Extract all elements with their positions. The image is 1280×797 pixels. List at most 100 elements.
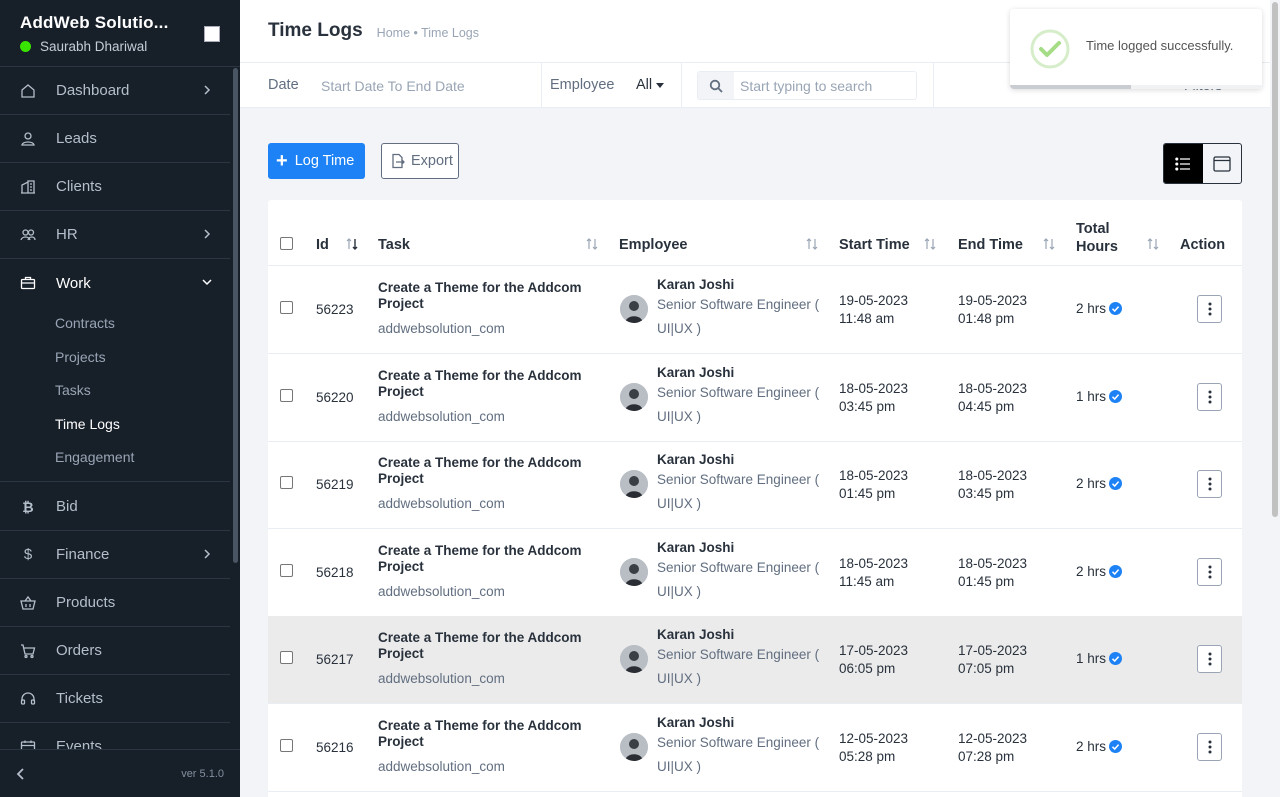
- work-submenu: Contracts Projects Tasks Time Logs Engag…: [0, 306, 230, 482]
- success-check-icon: [1030, 29, 1070, 69]
- table-row[interactable]: 56218 Create a Theme for the Addcom Proje…: [268, 529, 1242, 617]
- start-clock: 05:28 pm: [839, 749, 896, 764]
- sidebar-item-products[interactable]: Products: [0, 579, 230, 627]
- sort-icon[interactable]: [923, 237, 937, 251]
- search-input[interactable]: [734, 77, 914, 94]
- employee-select[interactable]: All: [636, 77, 665, 93]
- sidebar-item-label: Orders: [56, 642, 102, 659]
- page-scrollbar-thumb[interactable]: [1272, 2, 1278, 517]
- success-toast[interactable]: Time logged successfully.: [1010, 9, 1262, 89]
- column-header-task[interactable]: Task: [378, 237, 410, 253]
- row-actions-button[interactable]: [1197, 733, 1222, 761]
- divider: [681, 63, 682, 108]
- avatar[interactable]: [620, 295, 648, 323]
- task-link[interactable]: Create a Theme for the Addcom Project: [378, 543, 583, 575]
- calendar-view-button[interactable]: [1203, 144, 1242, 183]
- select-all-checkbox[interactable]: [280, 237, 293, 250]
- export-button[interactable]: Export: [381, 143, 459, 179]
- log-time-button[interactable]: + Log Time: [268, 143, 365, 179]
- sidebar-item-hr[interactable]: HR: [0, 211, 230, 259]
- avatar[interactable]: [620, 645, 648, 673]
- table-row[interactable]: 56223 Create a Theme for the Addcom Proje…: [268, 266, 1242, 354]
- column-header-total-hours[interactable]: Total Hours: [1076, 220, 1118, 256]
- task-link[interactable]: Create a Theme for the Addcom Project: [378, 368, 583, 400]
- start-date: 12-05-2023: [839, 731, 909, 746]
- date-range-input[interactable]: Start Date To End Date: [321, 78, 465, 94]
- sidebar-item-clients[interactable]: Clients: [0, 163, 230, 211]
- project-name[interactable]: addwebsolution_com: [378, 321, 505, 336]
- sidebar-item-orders[interactable]: Orders: [0, 627, 230, 675]
- project-name[interactable]: addwebsolution_com: [378, 409, 505, 424]
- sort-icon[interactable]: [1042, 237, 1056, 251]
- sort-icon[interactable]: [585, 237, 599, 251]
- table-row[interactable]: 56216 Create a Theme for the Addcom Proje…: [268, 704, 1242, 792]
- sort-icon[interactable]: [1146, 237, 1160, 251]
- project-name[interactable]: addwebsolution_com: [378, 671, 505, 686]
- project-name[interactable]: addwebsolution_com: [378, 496, 505, 511]
- sidebar-subitem-contracts[interactable]: Contracts: [55, 315, 115, 331]
- task-link[interactable]: Create a Theme for the Addcom Project: [378, 455, 583, 487]
- row-actions-button[interactable]: [1197, 558, 1222, 586]
- sidebar-item-work[interactable]: Work: [0, 259, 230, 307]
- column-header-employee[interactable]: Employee: [619, 237, 688, 253]
- start-date: 18-05-2023: [839, 381, 909, 396]
- list-icon: [1175, 156, 1191, 171]
- avatar[interactable]: [620, 383, 648, 411]
- employee-name[interactable]: Karan Joshi: [657, 277, 734, 292]
- list-view-button[interactable]: [1164, 144, 1203, 183]
- sidebar-item-bid[interactable]: ₿ Bid: [0, 483, 230, 531]
- sidebar-subitem-projects[interactable]: Projects: [55, 349, 106, 365]
- task-link[interactable]: Create a Theme for the Addcom Project: [378, 718, 583, 750]
- page-scrollbar[interactable]: [1270, 0, 1280, 797]
- sort-desc-icon[interactable]: [345, 237, 359, 251]
- row-actions-button[interactable]: [1197, 470, 1222, 498]
- sidebar-scrollbar[interactable]: [233, 68, 238, 563]
- sidebar-subitem-engagement[interactable]: Engagement: [55, 449, 134, 465]
- sort-icon[interactable]: [805, 237, 819, 251]
- sidebar-subitem-time-logs[interactable]: Time Logs: [55, 416, 120, 432]
- avatar[interactable]: [620, 558, 648, 586]
- table-row[interactable]: 56217 Create a Theme for the Addcom Proje…: [268, 616, 1242, 704]
- project-name[interactable]: addwebsolution_com: [378, 759, 505, 774]
- row-actions-button[interactable]: [1197, 645, 1222, 673]
- employee-name[interactable]: Karan Joshi: [657, 452, 734, 467]
- employee-name[interactable]: Karan Joshi: [657, 627, 734, 642]
- project-name[interactable]: addwebsolution_com: [378, 584, 505, 599]
- employee-name[interactable]: Karan Joshi: [657, 365, 734, 380]
- row-checkbox[interactable]: [280, 564, 293, 577]
- column-header-id[interactable]: Id: [316, 237, 329, 253]
- employee-name[interactable]: Karan Joshi: [657, 715, 734, 730]
- sidebar-item-finance[interactable]: $ Finance: [0, 531, 230, 579]
- row-checkbox[interactable]: [280, 476, 293, 489]
- row-actions-button[interactable]: [1197, 295, 1222, 323]
- task-link[interactable]: Create a Theme for the Addcom Project: [378, 630, 583, 662]
- approved-check-icon: [1109, 302, 1123, 315]
- broken-image-icon[interactable]: [204, 26, 220, 42]
- row-checkbox[interactable]: [280, 301, 293, 314]
- company-name[interactable]: AddWeb Solutio...: [20, 13, 220, 33]
- employee-name[interactable]: Karan Joshi: [657, 540, 734, 555]
- table-row[interactable]: 56219 Create a Theme for the Addcom Proje…: [268, 441, 1242, 529]
- row-checkbox[interactable]: [280, 651, 293, 664]
- column-header-start-time[interactable]: Start Time: [839, 237, 910, 253]
- sidebar-subitem-tasks[interactable]: Tasks: [55, 382, 91, 398]
- task-link[interactable]: Create a Theme for the Addcom Project: [378, 280, 583, 312]
- collapse-sidebar-icon[interactable]: [14, 767, 28, 781]
- table-row[interactable]: 56220 Create a Theme for the Addcom Proje…: [268, 354, 1242, 442]
- sidebar-item-leads[interactable]: Leads: [0, 115, 230, 163]
- sidebar-item-dashboard[interactable]: Dashboard: [0, 67, 230, 115]
- column-header-end-time[interactable]: End Time: [958, 237, 1023, 253]
- user-row[interactable]: Saurabh Dhariwal: [20, 39, 220, 54]
- row-checkbox[interactable]: [280, 739, 293, 752]
- username[interactable]: Saurabh Dhariwal: [40, 39, 147, 54]
- breadcrumb[interactable]: Home • Time Logs: [377, 26, 479, 40]
- sidebar-item-tickets[interactable]: Tickets: [0, 675, 230, 723]
- briefcase-icon: [18, 273, 38, 293]
- row-actions-button[interactable]: [1197, 383, 1222, 411]
- row-checkbox[interactable]: [280, 389, 293, 402]
- avatar[interactable]: [620, 733, 648, 761]
- building-icon: [18, 177, 38, 197]
- avatar[interactable]: [620, 470, 648, 498]
- toast-message: Time logged successfully.: [1086, 38, 1234, 53]
- end-date: 19-05-2023: [958, 293, 1028, 308]
